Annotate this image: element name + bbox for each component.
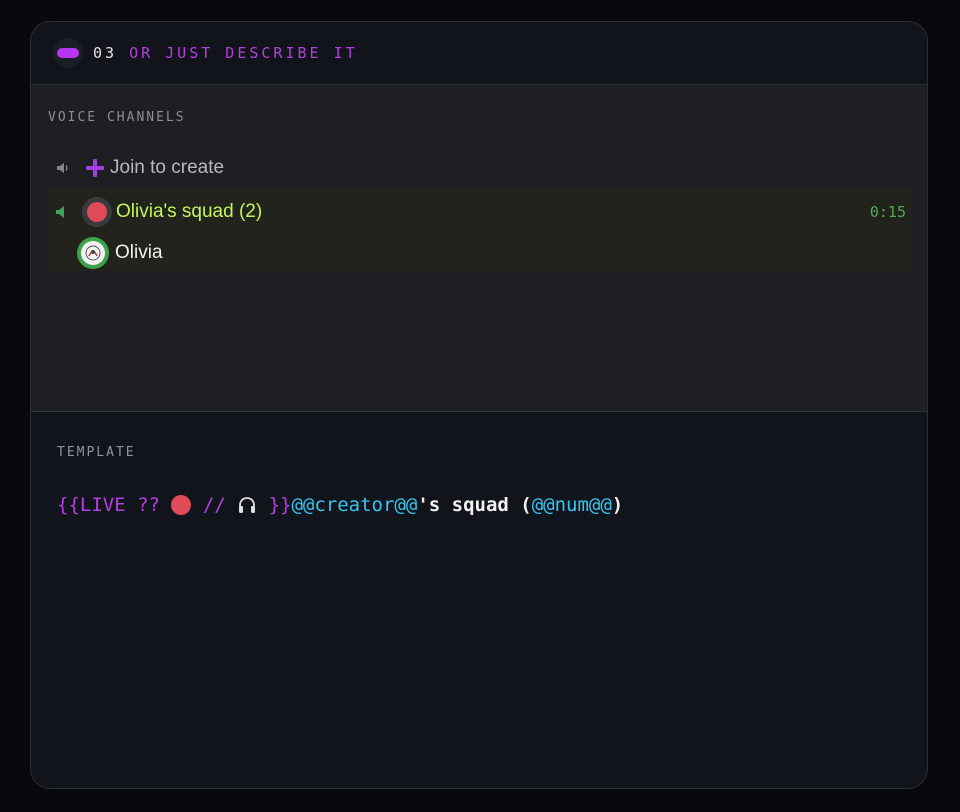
live-dot-icon <box>171 495 192 515</box>
voice-channels-panel: VOICE CHANNELS Join to create Olivia's s <box>31 85 927 412</box>
template-separator: // <box>191 494 238 516</box>
template-text: 's squad ( <box>417 494 532 516</box>
toggle-pill-icon <box>53 38 83 68</box>
step-header: 03 OR JUST DESCRIBE IT <box>31 22 927 85</box>
describe-card: 03 OR JUST DESCRIBE IT VOICE CHANNELS Jo… <box>30 21 928 789</box>
squad-channel-label: Olivia's squad (2) <box>116 201 263 222</box>
template-label: TEMPLATE <box>57 445 136 460</box>
squad-channel[interactable]: Olivia's squad (2) 0:15 <box>48 195 912 229</box>
template-open: {{LIVE ?? <box>57 494 172 516</box>
join-to-create-label: Join to create <box>110 157 225 178</box>
num-variable: @@num@@ <box>531 494 612 516</box>
speaker-active-icon <box>56 206 64 218</box>
template-expression: {{LIVE ?? // }} @@creator@@'s squad (@@nu… <box>57 490 623 520</box>
template-close: }} <box>257 494 292 516</box>
avatar-icon <box>77 237 109 269</box>
step-number: 03 <box>93 44 118 62</box>
member-olivia[interactable]: Olivia <box>77 236 163 270</box>
headphones-icon <box>239 497 256 513</box>
active-channel-block: Olivia's squad (2) 0:15 Olivia <box>48 189 912 271</box>
speaker-icon <box>57 163 68 173</box>
template-end: ) <box>611 494 624 516</box>
step-title: OR JUST DESCRIBE IT <box>129 44 358 62</box>
channel-timer: 0:15 <box>869 203 906 221</box>
creator-variable: @@creator@@ <box>291 494 418 516</box>
join-to-create-channel[interactable]: Join to create <box>48 153 912 183</box>
plus-icon <box>86 159 104 177</box>
member-name: Olivia <box>115 242 163 263</box>
live-dot-icon <box>82 197 112 227</box>
voice-channels-label: VOICE CHANNELS <box>48 110 186 125</box>
